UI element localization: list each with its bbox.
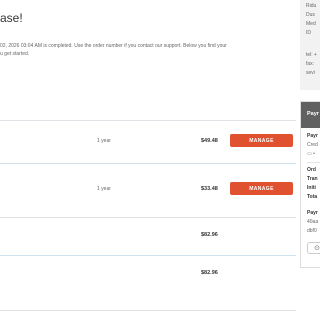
payment-ref-value: 40aa [307,219,319,225]
payment-method-label: Payr [307,133,318,139]
divider [307,162,320,163]
order-row-duration: 1 year [97,138,111,144]
payment-method-value: Cred [307,142,318,148]
manage-button[interactable]: MANAGE [230,182,293,195]
address-line: Ridu [306,3,317,9]
payment-panel-title: Payr [307,111,319,117]
divider [0,120,296,121]
address-line: Dus [306,12,315,18]
divider [0,255,296,256]
sidebar: Ridu Dus Med ID tel: + fax: sevi Payr Pa… [300,0,320,320]
divider [0,217,296,218]
intro-line: 02, 2026 03:04 AM is completed. Use the … [0,43,227,49]
order-row-price: $33.48 [201,186,218,192]
order-confirmation-main: ase! 02, 2026 03:04 AM is completed. Use… [0,0,296,320]
contact-line: fax: [306,61,315,67]
payment-panel: Payr Payr Cred ▭ • Ord Tran Initi Tota P… [300,101,320,268]
payment-ref-label: Payr [307,210,318,216]
payment-action-button[interactable]: ⊙ [307,242,320,254]
total-label: Tota [307,194,318,200]
refresh-icon: ⊙ [314,245,320,252]
page-title: ase! [0,11,23,25]
initiated-label: Initi [307,185,316,191]
address-line: Med [306,21,316,27]
manage-button[interactable]: MANAGE [230,134,293,147]
payment-ref-value: dbf0 [307,228,317,234]
intro-line: u get started. [0,51,30,57]
company-address-box: Ridu Dus Med ID tel: + fax: sevi [300,0,320,90]
credit-card-icon: ▭ • [307,151,315,157]
subtotal-price: $82.96 [201,232,218,238]
address-line: ID [306,30,311,36]
contact-line: tel: + [306,52,317,58]
order-number-label: Ord [307,167,316,173]
contact-line: sevi [306,70,315,76]
divider [0,310,296,311]
order-row-price: $49.48 [201,138,218,144]
divider [0,163,296,164]
total-price: $82.96 [201,270,218,276]
payment-panel-header: Payr [301,102,320,128]
order-row-duration: 1 year [97,186,111,192]
intro-text: 02, 2026 03:04 AM is completed. Use the … [0,42,290,58]
transaction-label: Tran [307,176,318,182]
